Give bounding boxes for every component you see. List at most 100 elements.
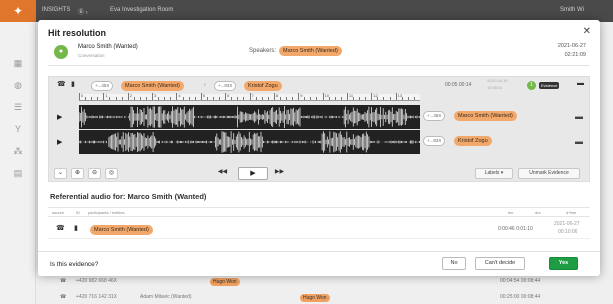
ruler-tick (304, 97, 306, 100)
labels-dropdown[interactable]: Labels ▾ (475, 168, 513, 179)
phone-icon: ☎ (60, 278, 67, 284)
ruler-tick (322, 93, 324, 100)
ruler-tick (225, 93, 227, 100)
ruler-tick (79, 93, 80, 100)
track-speaker-pill[interactable]: Marco Smith (Wanted) (454, 111, 517, 121)
grid-icon[interactable]: ▦ (13, 58, 23, 68)
track-menu-icon[interactable]: ▬ (575, 112, 583, 121)
rewind-icon[interactable]: ◀◀ (216, 168, 229, 179)
phone-icon: ☎ (56, 225, 65, 232)
nodes-icon[interactable]: ⁂ (13, 146, 23, 156)
ruler-label: 5 (202, 93, 206, 98)
row-pill: Hugo Won (210, 278, 240, 286)
document-icon[interactable]: ▤ (13, 168, 23, 178)
app-sidebar: ▦ ◍ ☰ Y ⁂ ▤ (0, 22, 36, 304)
arrow-icon: › (204, 82, 206, 88)
ruler-tick (91, 97, 93, 100)
referential-date: 2021-06-27 (554, 221, 580, 227)
row-time: 00:25:00 00:08:44 (500, 294, 541, 300)
ruler-label: 10 (324, 93, 330, 98)
ruler-tick (413, 97, 415, 100)
filter-icon[interactable]: Y (13, 124, 23, 134)
referential-speaker-pill[interactable]: Marco Smith (Wanted) (90, 225, 153, 235)
ruler-tick (261, 97, 263, 100)
waveform-track-2[interactable] (79, 130, 420, 154)
ruler-tick (109, 97, 111, 100)
ruler-tick (267, 97, 269, 100)
number-a: +...45X (91, 81, 114, 91)
track-menu-icon[interactable]: ▬ (575, 137, 583, 146)
topbar-item[interactable]: INSIGHTS (42, 7, 70, 13)
track-speaker-pill[interactable]: Kristof Zogu (454, 136, 492, 146)
ruler-tick (383, 97, 385, 100)
ruler-tick (255, 97, 257, 100)
background-table-row[interactable]: ☎ +420 982 668 46X Hugo Won 00:04:54 00:… (60, 274, 590, 288)
forward-icon[interactable]: ▶▶ (273, 168, 286, 179)
waveform (79, 106, 420, 128)
row-number: +420 982 668 46X (76, 278, 118, 284)
app-logo-icon[interactable]: ✦ (0, 0, 36, 22)
zoom-out-icon[interactable]: ⊖ (88, 168, 101, 179)
ruler-tick (115, 97, 117, 100)
breadcrumb[interactable]: Eva Investigation Room (110, 7, 173, 13)
background-table-row[interactable]: ☎ +420 716 142 31X Adam Milavic (Wanted)… (60, 290, 590, 304)
zoom-in-icon[interactable]: ⊕ (71, 168, 84, 179)
user-menu[interactable]: Smith Wi (560, 7, 584, 13)
list-icon[interactable]: ☰ (13, 102, 23, 112)
row-participant: Adam Milavic (Wanted) (140, 294, 192, 300)
ruler-tick (243, 97, 245, 100)
col-participants: participants / entities (88, 210, 125, 215)
track-play-icon[interactable]: ▶ (57, 138, 62, 146)
ruler-tick (359, 97, 361, 100)
ruler-tick (139, 97, 141, 100)
table-row[interactable]: ☎ ▮ Marco Smith (Wanted) 0:00:46 0:01:10… (48, 219, 590, 239)
ruler-tick (292, 97, 294, 100)
ruler-tick (365, 97, 367, 100)
waveform (79, 131, 420, 153)
evidence-badge: Evidence (539, 82, 560, 89)
col-date: d*ime (566, 210, 577, 215)
ruler-label: 8 (275, 93, 279, 98)
audio-player: ☎ ▮ +...45X Marco Smith (Wanted) › +...8… (48, 76, 590, 182)
unmark-evidence-button[interactable]: Unmark Evidence (518, 168, 580, 179)
hit-time: 02:21:09 (564, 52, 586, 58)
yes-button[interactable]: Yes (549, 257, 578, 270)
row-number: +420 716 142 31X (76, 294, 118, 300)
ruler-label: 2 (129, 93, 132, 98)
modal-footer: Is this evidence? No Can't decide Yes (38, 251, 600, 276)
call-date: 2021-04-19 (487, 78, 508, 83)
waveform-track-1[interactable] (79, 105, 420, 129)
no-button[interactable]: No (442, 257, 466, 270)
avatar: ● (54, 45, 68, 59)
ruler-tick (219, 97, 221, 100)
track-number: +...83X (423, 136, 446, 146)
speaker-b-pill[interactable]: Kristof Zogu (244, 81, 282, 91)
collapse-icon[interactable]: ⌄ (54, 168, 67, 179)
ruler-tick (212, 97, 214, 100)
play-button[interactable]: ▶ (238, 167, 268, 180)
ruler-tick (231, 97, 233, 100)
reset-zoom-icon[interactable]: ◎ (105, 168, 118, 179)
ruler-label: 6 (227, 93, 230, 98)
close-icon[interactable]: ✕ (583, 26, 591, 37)
referential-table-header: source ID participants / entities len du… (48, 207, 590, 217)
globe-icon[interactable]: ◍ (13, 80, 23, 90)
recording-icon: ▮ (74, 225, 78, 232)
ruler-tick (182, 97, 184, 100)
ruler-label: 1 (105, 93, 108, 98)
ruler-tick (371, 93, 373, 100)
player-controls: ⌄ ⊕ ⊖ ◎ ◀◀ ▶ ▶▶ Labels ▾ Unmark Evidence (49, 164, 589, 182)
speaker-pill[interactable]: Marco Smith (Wanted) (279, 46, 342, 56)
col-len: len (508, 210, 514, 215)
more-menu-icon[interactable]: ▬ (577, 80, 584, 88)
ruler-tick (310, 97, 312, 100)
col-id: ID (76, 210, 80, 215)
speaker-a-pill[interactable]: Marco Smith (Wanted) (121, 81, 184, 91)
hit-count-badge: 1 (527, 81, 536, 90)
cant-decide-button[interactable]: Can't decide (475, 257, 525, 270)
ruler-tick (298, 93, 300, 100)
topbar-item[interactable]: Ⓑ › (78, 7, 88, 16)
track-play-icon[interactable]: ▶ (57, 113, 62, 121)
ruler-label: 13 (397, 93, 403, 98)
ruler-tick (133, 97, 135, 100)
